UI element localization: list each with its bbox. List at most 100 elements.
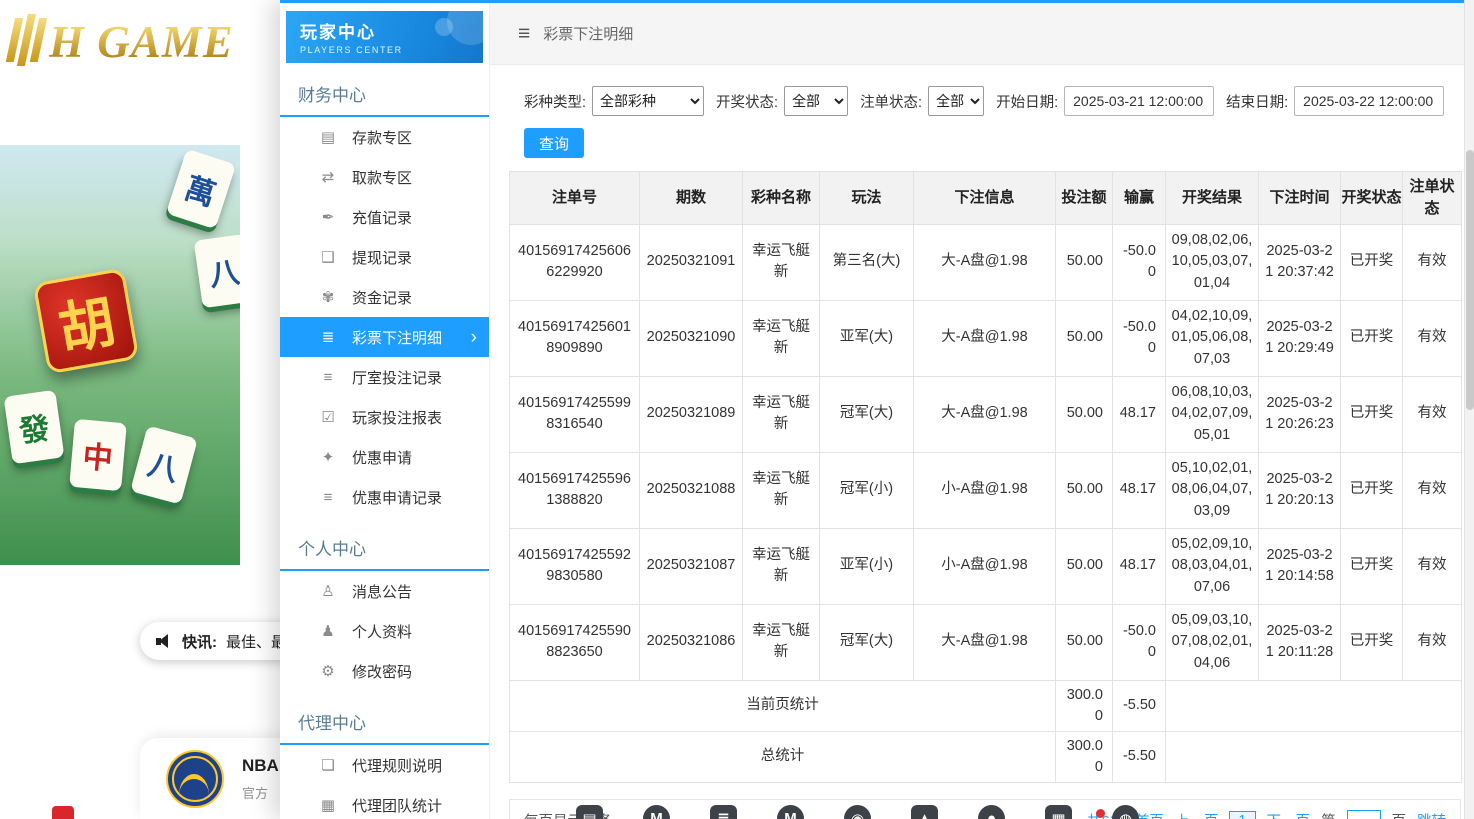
draw-status-select[interactable]: 全部 [784, 86, 848, 116]
table-cell: 已开奖 [1341, 376, 1403, 452]
lottery-type-select[interactable]: 全部彩种 [592, 86, 704, 116]
summary-row: 当前页统计300.00-5.50 [510, 680, 1462, 731]
sidebar-item-withdraw-zone[interactable]: ⇄ 取款专区 [280, 157, 489, 197]
search-button[interactable]: 查询 [524, 128, 584, 158]
page-jump-input[interactable] [1347, 810, 1381, 819]
partial-logo [52, 806, 74, 819]
sidebar-item-label: 取款专区 [352, 167, 412, 188]
first-page-link[interactable]: 首页 [1135, 810, 1164, 819]
sidebar-item-agent-rules[interactable]: ❏ 代理规则说明 [280, 745, 489, 785]
table-cell: 401569174256018909890 [510, 300, 640, 376]
table-cell: 05,10,02,01,08,06,04,07,03,09 [1166, 452, 1259, 528]
mahjong-tile: 中 [69, 419, 127, 491]
table-cell: 401569174255908823650 [510, 604, 640, 680]
sidebar-item-lottery-bet-details[interactable]: ≣彩票下注明细› [280, 317, 489, 357]
table-row: 40156917425599831654020250321089幸运飞艇新冠军(… [510, 376, 1462, 452]
table-cell: 幸运飞艇新 [743, 604, 820, 680]
tile-char: 八 [206, 247, 240, 295]
sidebar-item-promo-apply-records[interactable]: ≡优惠申请记录 [280, 477, 489, 517]
sidebar-item-deposit-zone[interactable]: ▤存款专区 [280, 117, 489, 157]
sheet-icon: ❑ [318, 248, 338, 266]
page-title: 彩票下注明细 [543, 23, 633, 44]
table-cell: 2025-03-21 20:26:23 [1259, 376, 1341, 452]
table-cell: 04,02,10,09,01,05,06,08,07,03 [1166, 300, 1259, 376]
tile-char: 八 [144, 440, 184, 490]
sidebar-item-player-bet-report[interactable]: ☑玩家投注报表 [280, 397, 489, 437]
table-cell: 亚军(小) [820, 528, 914, 604]
start-date-input[interactable] [1064, 86, 1214, 116]
sidebar-item-promo-apply[interactable]: ✦优惠申请 [280, 437, 489, 477]
table-cell: 2025-03-21 20:20:13 [1259, 452, 1341, 528]
end-date-input[interactable] [1294, 86, 1444, 116]
logo-text: H GAME [49, 16, 234, 68]
next-page-link[interactable]: 下一页 [1267, 810, 1311, 819]
sidebar-item-recharge-records[interactable]: ✒充值记录 [280, 197, 489, 237]
table-cell: 第三名(大) [820, 224, 914, 300]
filter-bar: 彩种类型: 全部彩种 开奖状态: 全部 注单状态: 全部 开始日期: 结束日期: [490, 65, 1474, 116]
table-cell: 幸运飞艇新 [743, 300, 820, 376]
draw-status-label: 开奖状态: [716, 91, 778, 112]
person-icon: ♟ [318, 622, 338, 640]
order-status-select[interactable]: 全部 [928, 86, 984, 116]
table-row: 40156917425601890989020250321090幸运飞艇新亚军(… [510, 300, 1462, 376]
sidebar: 玩家中心 PLAYERS CENTER 财务中心▤存款专区⇄取款专区✒充值记录❑… [280, 3, 490, 819]
table-cell: 大-A盘@1.98 [914, 224, 1056, 300]
sidebar-item-hall-bet-records[interactable]: ≡厅室投注记录 [280, 357, 489, 397]
current-page-button[interactable]: 1 [1229, 811, 1255, 819]
sidebar-item-profile[interactable]: ♟个人资料 [280, 611, 489, 651]
players-center-subtitle: PLAYERS CENTER [300, 45, 483, 55]
ticker-text: 最佳、最 [226, 631, 286, 652]
table-cell: 小-A盘@1.98 [914, 452, 1056, 528]
scrollbar[interactable] [1464, 0, 1474, 819]
sidebar-item-withdrawal-records[interactable]: ❑提现记录 [280, 237, 489, 277]
column-header: 彩种名称 [743, 172, 820, 225]
table-cell: 亚军(大) [820, 300, 914, 376]
partial-logo-icon: ≣ [710, 805, 737, 819]
transfer-icon: ⇄ [318, 168, 338, 186]
sidebar-item-agent-team-stats[interactable]: ▦代理团队统计 [280, 785, 489, 819]
table-cell: 20250321089 [640, 376, 743, 452]
document-icon: ❏ [318, 756, 338, 774]
start-date-label: 开始日期: [996, 91, 1058, 112]
summary-cell [1166, 731, 1462, 782]
table-row: 40156917425606622992020250321091幸运飞艇新第三名… [510, 224, 1462, 300]
column-header: 注单号 [510, 172, 640, 225]
sidebar-item-change-password[interactable]: ⚙修改密码 [280, 651, 489, 691]
table-cell: 48.17 [1113, 376, 1166, 452]
table-cell: 48.17 [1113, 452, 1166, 528]
sidebar-item-label: 资金记录 [352, 287, 412, 308]
table-cell: 50.00 [1056, 224, 1113, 300]
table-cell: 幸运飞艇新 [743, 224, 820, 300]
site-logo[interactable]: H GAME [10, 16, 234, 68]
table-cell: 401569174256066229920 [510, 224, 640, 300]
page-jump-button[interactable]: 跳转 [1417, 810, 1446, 819]
table-row: 40156917425596138882020250321088幸运飞艇新冠军(… [510, 452, 1462, 528]
summary-cell: -5.50 [1113, 680, 1166, 731]
table-cell: 50.00 [1056, 452, 1113, 528]
table-cell: 幸运飞艇新 [743, 528, 820, 604]
table-cell: 有效 [1403, 452, 1462, 528]
speaker-icon [156, 634, 173, 649]
sidebar-item-label: 代理规则说明 [352, 755, 442, 776]
lines-icon: ≡ [318, 369, 338, 386]
table-cell: 2025-03-21 20:14:58 [1259, 528, 1341, 604]
summary-cell: -5.50 [1113, 731, 1166, 782]
sidebar-item-fund-records[interactable]: ✾ 资金记录 [280, 277, 489, 317]
partial-red-logo [1096, 809, 1105, 818]
scrollbar-thumb[interactable] [1466, 150, 1474, 410]
search-row: 查询 [490, 116, 1474, 158]
sidebar-item-label: 代理团队统计 [352, 795, 442, 816]
menu-icon[interactable]: ≡ [518, 22, 530, 46]
table-cell: 50.00 [1056, 528, 1113, 604]
sidebar-item-messages[interactable]: ♙消息公告 [280, 571, 489, 611]
column-header: 下注时间 [1259, 172, 1341, 225]
table-cell: 有效 [1403, 300, 1462, 376]
table-cell: 20250321090 [640, 300, 743, 376]
table-cell: 2025-03-21 20:11:28 [1259, 604, 1341, 680]
prev-page-link[interactable]: 上一页 [1175, 810, 1219, 819]
chevron-right-icon: › [471, 328, 477, 347]
coin-icon: ✾ [318, 288, 338, 306]
column-header: 期数 [640, 172, 743, 225]
tile-char: 萬 [180, 163, 222, 214]
table-cell: 有效 [1403, 604, 1462, 680]
